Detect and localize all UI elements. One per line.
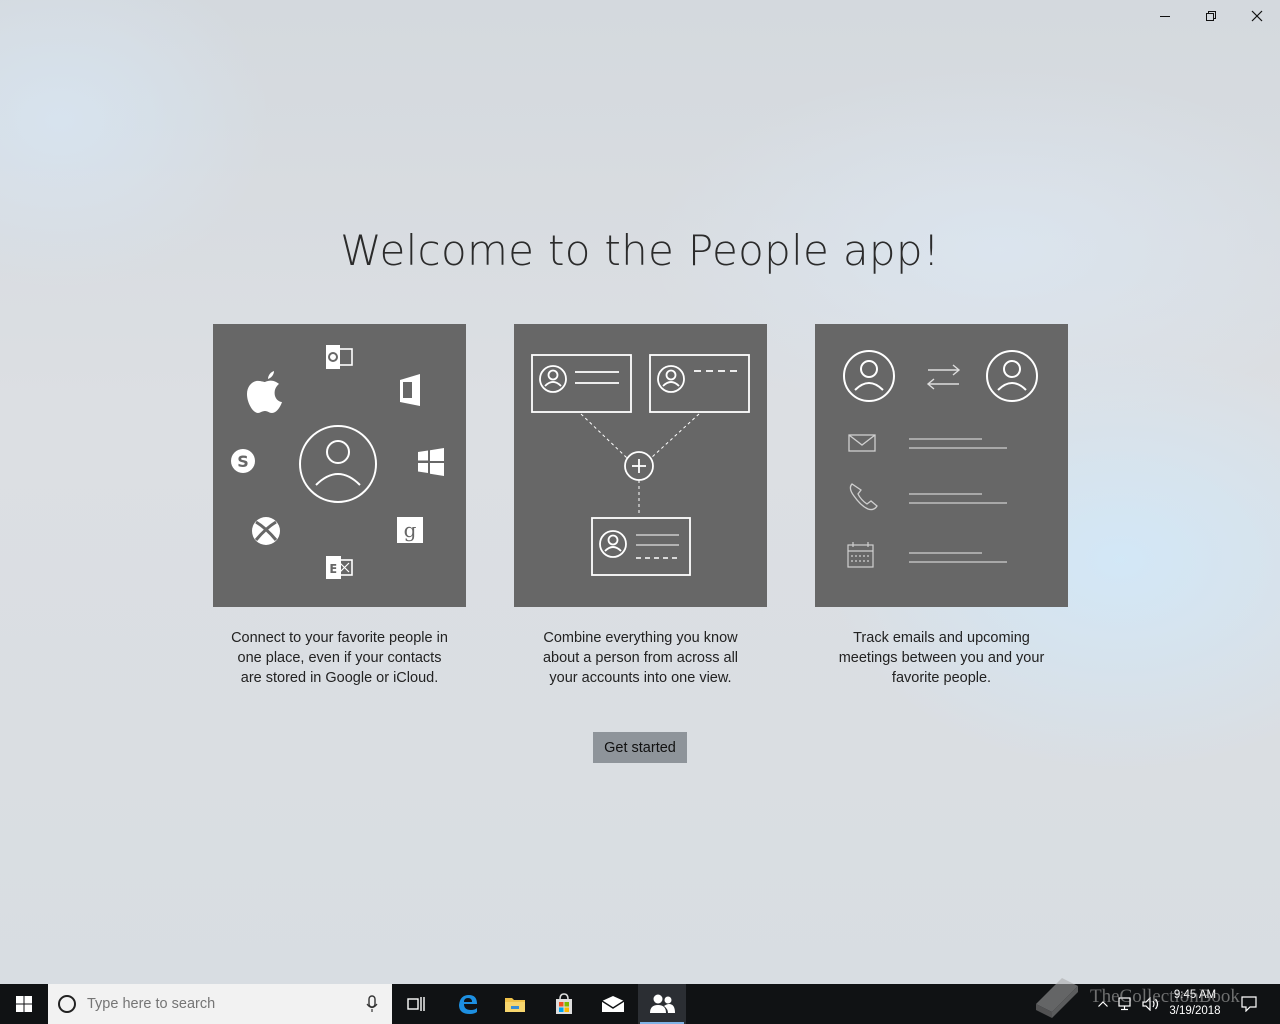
people-button[interactable] xyxy=(638,984,686,1024)
contact-card-icon xyxy=(531,354,632,413)
book-icon xyxy=(1036,978,1078,1018)
file-explorer-button[interactable] xyxy=(491,984,539,1024)
caption-line: one place, even if your contacts xyxy=(237,650,442,666)
swap-arrows-icon xyxy=(926,364,961,390)
page-title: Welcome to the People app! xyxy=(340,226,940,275)
people-icon xyxy=(650,994,675,1013)
caption-line: meetings between you and your xyxy=(838,650,1045,666)
calendar-icon xyxy=(847,542,874,568)
watermark-text: TheCollectionBook xyxy=(1090,986,1240,1007)
caption-line: about a person from across all xyxy=(542,650,739,666)
task-view-button[interactable] xyxy=(392,984,440,1024)
combine-contacts-illustration xyxy=(514,324,767,607)
text-lines xyxy=(909,438,1007,449)
windows-icon xyxy=(418,448,444,476)
connect-caption: Connect to your favorite people in one p… xyxy=(213,628,466,688)
get-started-button[interactable]: Get started xyxy=(593,732,687,763)
merged-contact-card-icon xyxy=(591,517,691,576)
file-explorer-icon xyxy=(505,998,525,1012)
office-icon xyxy=(400,374,420,406)
apple-icon xyxy=(247,371,282,413)
outlook-icon xyxy=(326,345,353,369)
restore-icon xyxy=(1206,11,1216,21)
caption-line: favorite people. xyxy=(891,670,992,686)
person-icon xyxy=(843,350,895,402)
caption-line: your accounts into one view. xyxy=(549,670,732,686)
start-button[interactable] xyxy=(0,984,48,1024)
text-lines xyxy=(909,493,1007,504)
caption-line: Combine everything you know xyxy=(543,630,738,646)
phone-icon xyxy=(849,483,878,511)
cortana-icon xyxy=(58,995,76,1013)
search-input[interactable] xyxy=(87,996,357,1012)
mail-icon xyxy=(848,434,876,452)
plus-circle-icon xyxy=(624,451,654,481)
google-icon: g xyxy=(397,517,423,543)
contact-card-icon xyxy=(649,354,750,413)
caption-line: Track emails and upcoming xyxy=(853,630,1030,646)
taskbar-search[interactable] xyxy=(48,984,392,1024)
track-activity-illustration xyxy=(815,324,1068,607)
edge-icon xyxy=(459,995,477,1014)
microphone-icon[interactable] xyxy=(366,995,378,1013)
connect-accounts-illustration: S g E xyxy=(213,324,466,607)
window-controls xyxy=(1142,0,1280,32)
watermark: TheCollectionBook xyxy=(1032,972,1240,1022)
caption-line: are stored in Google or iCloud. xyxy=(240,670,439,686)
skype-icon: S xyxy=(231,449,255,473)
minimize-icon xyxy=(1160,16,1170,17)
restore-button[interactable] xyxy=(1188,0,1234,32)
mail-icon xyxy=(601,996,625,1012)
task-view-icon xyxy=(407,997,425,1011)
track-caption: Track emails and upcoming meetings betwe… xyxy=(815,628,1068,688)
close-button[interactable] xyxy=(1234,0,1280,32)
close-icon xyxy=(1251,10,1263,22)
store-button[interactable] xyxy=(540,984,588,1024)
store-icon xyxy=(556,993,572,1014)
contact-person-icon xyxy=(299,425,377,503)
mail-button[interactable] xyxy=(589,984,637,1024)
svg-text:g: g xyxy=(404,518,417,542)
windows-logo-icon xyxy=(16,996,32,1012)
edge-button[interactable] xyxy=(443,984,491,1024)
person-icon xyxy=(986,350,1038,402)
xbox-icon xyxy=(252,517,280,545)
caption-line: Connect to your favorite people in xyxy=(231,630,448,646)
text-lines xyxy=(909,552,1007,563)
combine-caption: Combine everything you know about a pers… xyxy=(514,628,767,688)
minimize-button[interactable] xyxy=(1142,0,1188,32)
notification-icon xyxy=(1241,996,1257,1012)
svg-text:S: S xyxy=(237,452,249,471)
exchange-icon: E xyxy=(326,556,353,579)
merge-lines xyxy=(580,413,700,516)
